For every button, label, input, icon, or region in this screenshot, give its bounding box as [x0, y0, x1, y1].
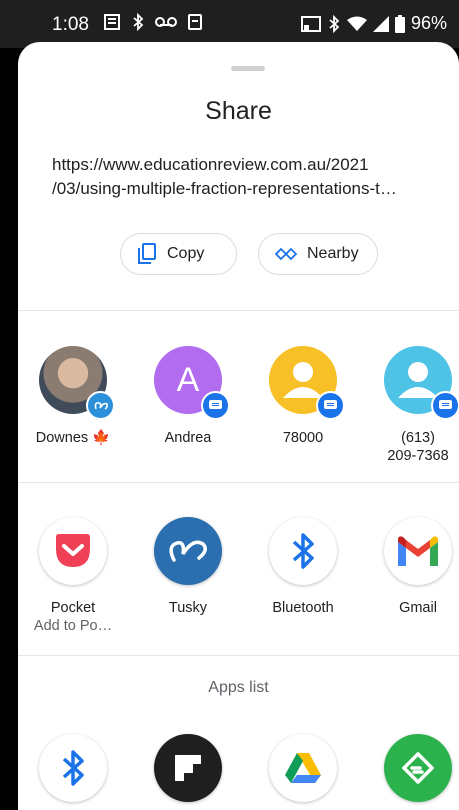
avatar-letter: A	[176, 360, 200, 399]
shared-url-line1: https://www.educationreview.com.au/2021	[52, 155, 369, 174]
direct-share-78000[interactable]: 78000	[248, 346, 358, 476]
divider	[18, 655, 459, 656]
shared-url-line2: /03/using-multiple-fraction-representati…	[52, 179, 397, 198]
nearby-label: Nearby	[307, 245, 359, 262]
direct-share-downes[interactable]: Downes 🍁	[18, 346, 128, 476]
bluetooth-connected-icon	[329, 14, 340, 33]
nearby-button[interactable]: Nearby	[258, 233, 378, 275]
battery-percent: 96%	[410, 13, 447, 33]
target-name: Andrea	[164, 430, 212, 446]
app-label: Pocket Add to Po…	[18, 599, 128, 635]
status-time: 1:08	[52, 14, 89, 35]
app-sublabel: Add to Po…	[33, 618, 113, 634]
cast-icon	[300, 15, 321, 32]
nearby-icon	[275, 247, 297, 261]
copy-button[interactable]: Copy	[120, 233, 237, 275]
news-icon	[104, 14, 120, 30]
feedly-icon	[384, 734, 452, 802]
bluetooth-icon	[39, 734, 107, 802]
target-name-line2: 209-7368	[387, 448, 449, 464]
signal-icon	[372, 15, 389, 32]
messages-badge-icon	[431, 391, 459, 420]
divider	[18, 310, 459, 311]
app-bluetooth[interactable]: Bluetooth	[248, 517, 358, 647]
messages-badge-icon	[201, 391, 230, 420]
target-name: (613) 209-7368	[363, 429, 459, 465]
messages-badge-icon	[316, 391, 345, 420]
pocket-icon	[39, 517, 107, 585]
tusky-badge-icon	[86, 391, 115, 420]
app-name: Tusky	[168, 600, 208, 616]
bluetooth-icon	[269, 517, 337, 585]
tusky-icon	[154, 517, 222, 585]
target-name-line1: (613)	[401, 430, 435, 446]
app-gmail[interactable]: Gmail	[363, 517, 459, 647]
app-name: Bluetooth	[272, 600, 334, 616]
apps-list-label: Apps list	[208, 679, 269, 696]
shared-url: https://www.educationreview.com.au/2021 …	[52, 153, 447, 201]
battery-icon	[394, 14, 405, 33]
gmail-icon	[384, 517, 452, 585]
copy-icon	[138, 243, 156, 264]
app-list-feedly[interactable]	[363, 734, 459, 810]
share-title: Share	[205, 97, 272, 125]
divider	[18, 482, 459, 483]
direct-share-613[interactable]: (613) 209-7368	[363, 346, 459, 476]
flipboard-icon	[154, 734, 222, 802]
bluetooth-status-icon	[133, 13, 144, 31]
copy-label: Copy	[167, 245, 205, 262]
share-sheet: Share https://www.educationreview.com.au…	[18, 42, 459, 810]
voicemail-icon	[155, 17, 177, 27]
wifi-icon	[346, 16, 367, 31]
app-name: Pocket	[50, 600, 96, 616]
app-list-bluetooth[interactable]	[18, 734, 128, 810]
app-list-flipboard[interactable]	[133, 734, 243, 810]
drag-handle[interactable]	[231, 66, 265, 71]
app-list-google-drive[interactable]	[248, 734, 358, 810]
target-name: Downes 🍁	[35, 430, 111, 446]
target-name: 78000	[282, 430, 324, 446]
app-name: Gmail	[399, 600, 437, 616]
google-drive-icon	[269, 734, 337, 802]
app-tusky[interactable]: Tusky	[133, 517, 243, 647]
direct-share-andrea[interactable]: A Andrea	[133, 346, 243, 476]
status-bar: 1:08 96%	[0, 0, 459, 48]
sim-icon	[188, 14, 202, 30]
app-pocket[interactable]: Pocket Add to Po…	[18, 517, 128, 647]
